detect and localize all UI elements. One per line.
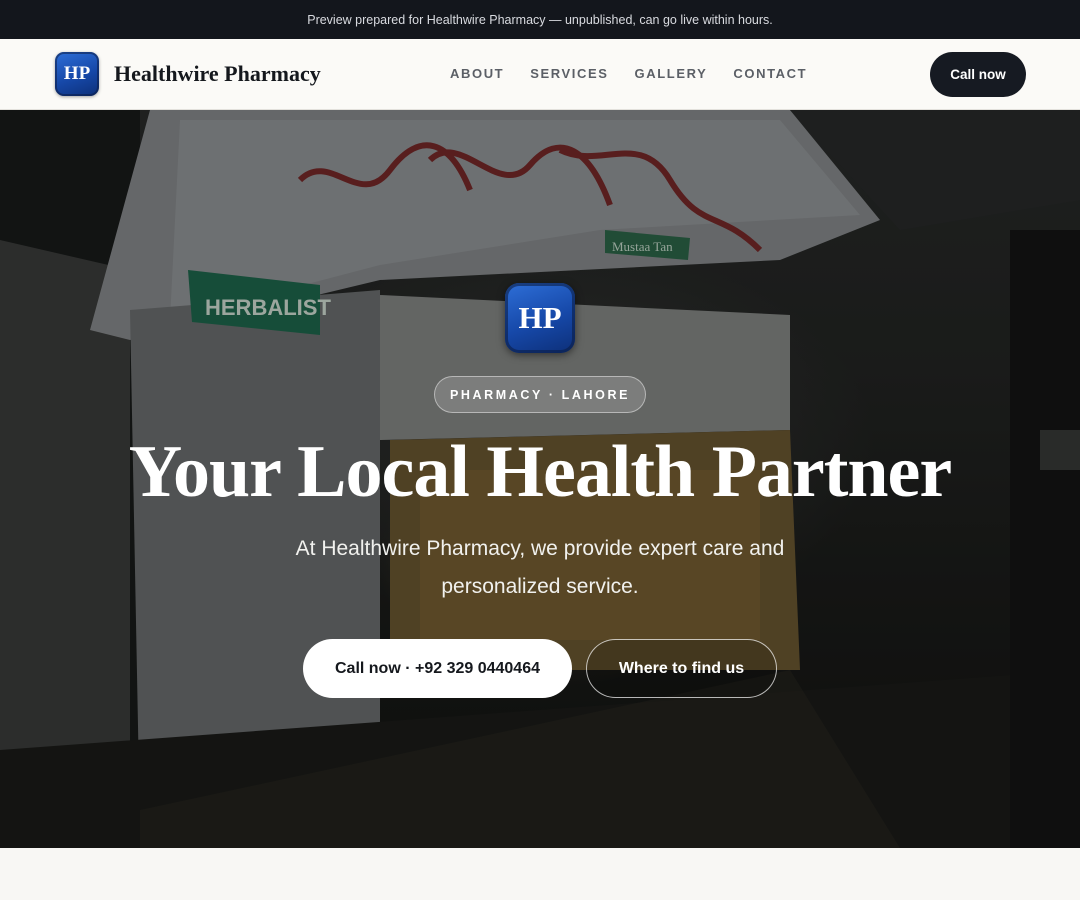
preview-banner: Preview prepared for Healthwire Pharmacy… [0, 0, 1080, 39]
hero-title: Your Local Health Partner [128, 431, 952, 513]
nav-gallery[interactable]: GALLERY [635, 66, 708, 81]
next-section [0, 848, 1080, 900]
hero-subtitle: At Healthwire Pharmacy, we provide exper… [295, 537, 785, 598]
hero-logo: HP [505, 283, 575, 353]
hero-call-button[interactable]: Call now · +92 329 0440464 [303, 639, 572, 698]
where-to-find-us-button[interactable]: Where to find us [586, 639, 777, 698]
header-call-button[interactable]: Call now [930, 52, 1026, 97]
preview-banner-text: Preview prepared for Healthwire Pharmacy… [307, 12, 773, 27]
hero-logo-initials: HP [518, 300, 562, 335]
brand-name: Healthwire Pharmacy [114, 61, 321, 86]
brand-logo-initials: HP [63, 63, 91, 84]
brand[interactable]: HP Healthwire Pharmacy [55, 52, 321, 96]
nav-about[interactable]: ABOUT [450, 66, 504, 81]
hero-section: HERBALIST Mustaa Tan HP PHARMACY · LAHOR… [0, 110, 1080, 848]
brand-logo: HP [55, 52, 99, 96]
hero-content: HP PHARMACY · LAHORE Your Local Health P… [0, 110, 1080, 848]
location-tag: PHARMACY · LAHORE [434, 376, 646, 413]
main-nav: ABOUT SERVICES GALLERY CONTACT [450, 66, 807, 81]
nav-services[interactable]: SERVICES [530, 66, 608, 81]
site-header: HP Healthwire Pharmacy ABOUT SERVICES GA… [0, 39, 1080, 110]
nav-contact[interactable]: CONTACT [733, 66, 807, 81]
